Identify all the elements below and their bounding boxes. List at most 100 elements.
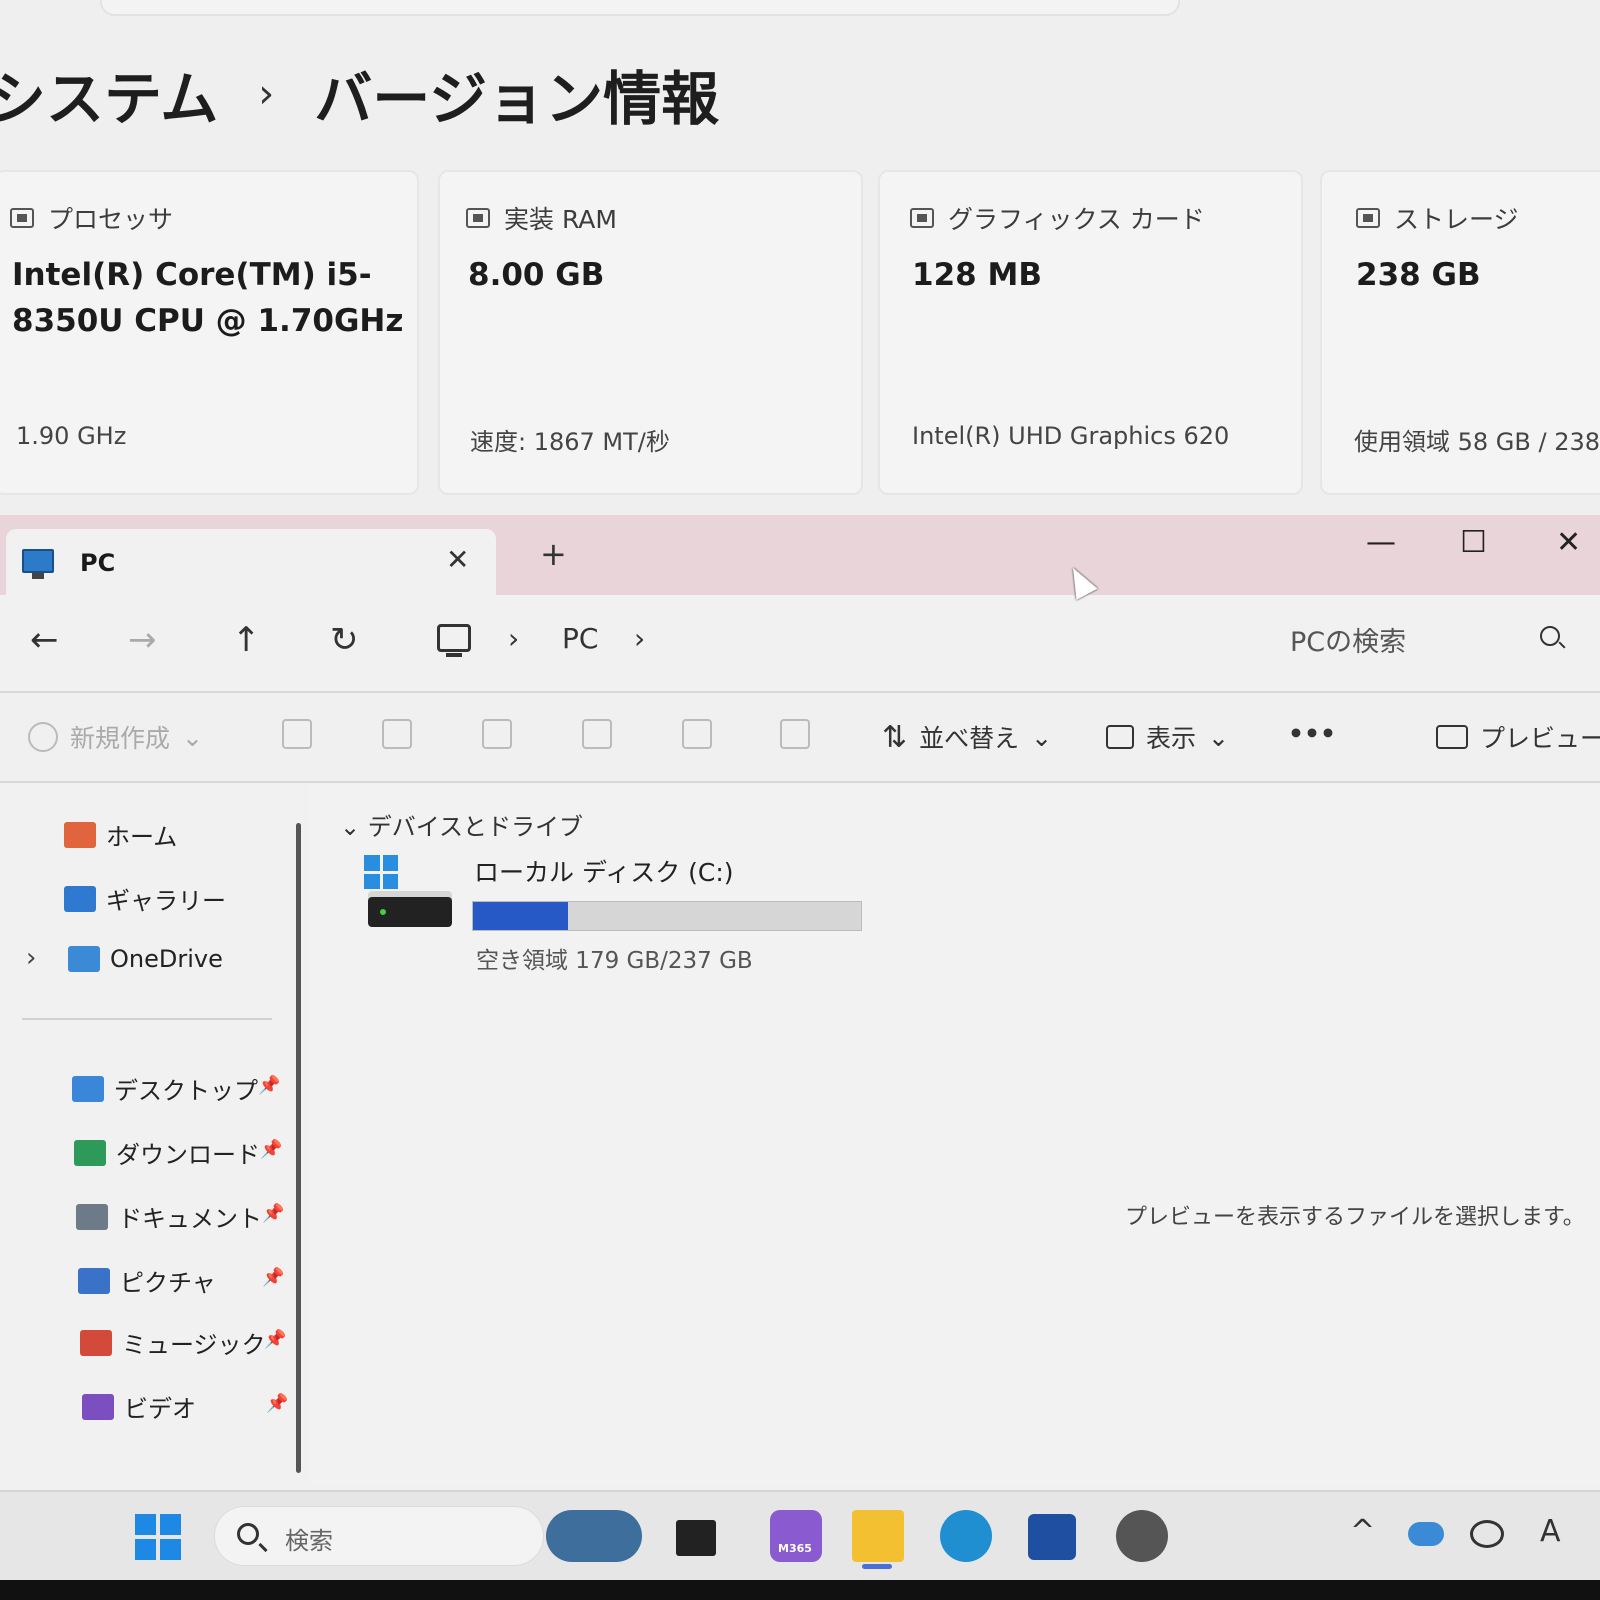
rename-icon [582, 719, 612, 749]
tray-overflow-chevron[interactable]: ^ [1350, 1514, 1375, 1549]
paste-icon [482, 719, 512, 749]
preview-pane-button[interactable]: プレビュー [1436, 719, 1600, 755]
taskbar-search-box[interactable]: 検索 [214, 1506, 544, 1566]
spec-sub: Intel(R) UHD Graphics 620 [912, 422, 1230, 450]
preview-pane-icon [1436, 725, 1468, 749]
search-icon [237, 1523, 259, 1545]
paste-button[interactable] [482, 719, 512, 749]
file-explorer-window: PC ✕ + — ☐ ✕ ← → ↑ ↻ › PC › PCの検索 新規作成 ⌄ … [0, 515, 1600, 1490]
tab-close-button[interactable]: ✕ [446, 543, 469, 576]
documents-folder-icon [76, 1203, 108, 1230]
sidebar-item-desktop[interactable]: デスクトップ [72, 1071, 258, 1106]
store-icon[interactable] [1028, 1514, 1076, 1560]
new-tab-button[interactable]: + [540, 535, 567, 573]
spec-value: 238 GB [1356, 257, 1481, 293]
forward-button[interactable]: → [128, 620, 157, 660]
terminal-icon[interactable] [676, 1520, 716, 1556]
drive-free-space: 空き領域 179 GB/237 GB [476, 948, 753, 974]
sidebar-item-documents[interactable]: ドキュメント [76, 1199, 262, 1234]
pin-icon: 📌 [260, 1139, 283, 1160]
drive-usage-fill [473, 902, 569, 930]
delete-button[interactable] [780, 719, 810, 749]
active-app-indicator [862, 1564, 892, 1569]
storage-icon [1356, 208, 1380, 228]
pin-icon: 📌 [262, 1267, 285, 1288]
breadcrumb-separator: › [258, 71, 275, 117]
address-location[interactable]: PC [562, 622, 598, 655]
videos-folder-icon [82, 1393, 114, 1420]
processor-icon [10, 208, 34, 228]
expand-chevron-icon[interactable]: › [26, 943, 36, 973]
sidebar-item-pictures[interactable]: ピクチャ [78, 1263, 216, 1298]
share-button[interactable] [682, 719, 712, 749]
up-button[interactable]: ↑ [232, 620, 261, 660]
cut-button[interactable] [282, 719, 312, 749]
settings-about-page: システム › バージョン情報 プロセッサ Intel(R) Core(TM) i… [0, 0, 1600, 520]
scissors-icon [282, 719, 312, 749]
edge-icon[interactable] [940, 1510, 992, 1562]
spec-sub: 使用領域 58 GB / 238 G [1354, 428, 1600, 456]
drive-usage-bar [472, 901, 862, 931]
start-button[interactable] [135, 1514, 181, 1560]
address-separator[interactable]: › [508, 622, 519, 655]
more-options-button[interactable]: ••• [1288, 719, 1336, 748]
spec-label: プロセッサ [48, 205, 174, 234]
ime-indicator[interactable]: A [1540, 1514, 1561, 1549]
local-disk-icon[interactable] [364, 855, 452, 935]
search-icon[interactable] [1540, 626, 1560, 646]
gallery-icon [64, 885, 96, 912]
sidebar-item-home[interactable]: ホーム [64, 817, 177, 852]
navigation-pane: ホーム ギャラリー › OneDrive デスクトップ 📌 ダウンロード 📌 ド… [0, 783, 310, 1483]
minimize-button[interactable]: — [1366, 525, 1396, 560]
new-button[interactable]: 新規作成 ⌄ [28, 719, 203, 755]
spec-card-graphics: グラフィックス カード 128 MB Intel(R) UHD Graphics… [878, 170, 1303, 495]
tab-pc[interactable]: PC ✕ [6, 529, 496, 599]
content-pane: ⌄ デバイスとドライブ ローカル ディスク (C:) 空き領域 179 GB/2… [310, 783, 1600, 1483]
settings-icon[interactable] [1116, 1510, 1168, 1562]
onedrive-tray-icon[interactable] [1408, 1522, 1444, 1546]
whale-widget-icon[interactable] [546, 1510, 642, 1562]
breadcrumb-parent[interactable]: システム [0, 52, 218, 136]
sidebar-item-downloads[interactable]: ダウンロード [74, 1135, 260, 1170]
network-disconnected-icon[interactable] [1470, 1520, 1504, 1548]
share-icon [682, 719, 712, 749]
sidebar-item-videos[interactable]: ビデオ [82, 1389, 196, 1424]
sort-button[interactable]: ⇅ 並べ替え ⌄ [882, 719, 1052, 755]
sidebar-scrollbar[interactable] [296, 823, 301, 1473]
this-pc-icon [22, 549, 54, 579]
pin-icon: 📌 [264, 1329, 287, 1350]
pictures-folder-icon [78, 1267, 110, 1294]
onedrive-icon [68, 946, 100, 972]
sidebar-item-gallery[interactable]: ギャラリー [64, 881, 226, 916]
spec-card-processor: プロセッサ Intel(R) Core(TM) i5-8350U CPU @ 1… [0, 170, 419, 495]
search-input[interactable]: PCの検索 [1290, 620, 1406, 659]
downloads-folder-icon [74, 1139, 106, 1166]
group-header-devices[interactable]: ⌄ デバイスとドライブ [340, 807, 583, 842]
view-list-icon [1106, 725, 1134, 749]
spec-label: 実装 RAM [504, 205, 617, 234]
pin-icon: 📌 [266, 1393, 289, 1414]
m365-icon[interactable]: M365 [770, 1510, 822, 1562]
trash-icon [780, 719, 810, 749]
copy-button[interactable] [382, 719, 412, 749]
sidebar-item-music[interactable]: ミュージック [80, 1325, 266, 1360]
navigation-bar: ← → ↑ ↻ › PC › PCの検索 [0, 600, 1600, 690]
file-explorer-icon[interactable] [852, 1510, 904, 1562]
refresh-button[interactable]: ↻ [330, 620, 359, 660]
title-bar[interactable]: PC ✕ + — ☐ ✕ [0, 515, 1600, 599]
pin-icon: 📌 [262, 1203, 285, 1224]
graphics-card-icon [910, 208, 934, 228]
maximize-button[interactable]: ☐ [1460, 525, 1487, 560]
rename-button[interactable] [582, 719, 612, 749]
drive-name[interactable]: ローカル ディスク (C:) [474, 853, 734, 889]
address-separator[interactable]: › [634, 622, 645, 655]
close-window-button[interactable]: ✕ [1556, 525, 1581, 560]
tab-title: PC [80, 549, 116, 577]
address-pc-icon[interactable] [437, 624, 471, 657]
command-bar: 新規作成 ⌄ ⇅ 並べ替え ⌄ 表示 ⌄ ••• プレビュー [0, 693, 1600, 783]
view-button[interactable]: 表示 ⌄ [1106, 719, 1229, 755]
sidebar-item-onedrive[interactable]: OneDrive [68, 945, 223, 973]
music-folder-icon [80, 1329, 112, 1356]
back-button[interactable]: ← [30, 620, 59, 660]
preview-placeholder-message: プレビューを表示するファイルを選択します。 [1125, 1205, 1585, 1230]
